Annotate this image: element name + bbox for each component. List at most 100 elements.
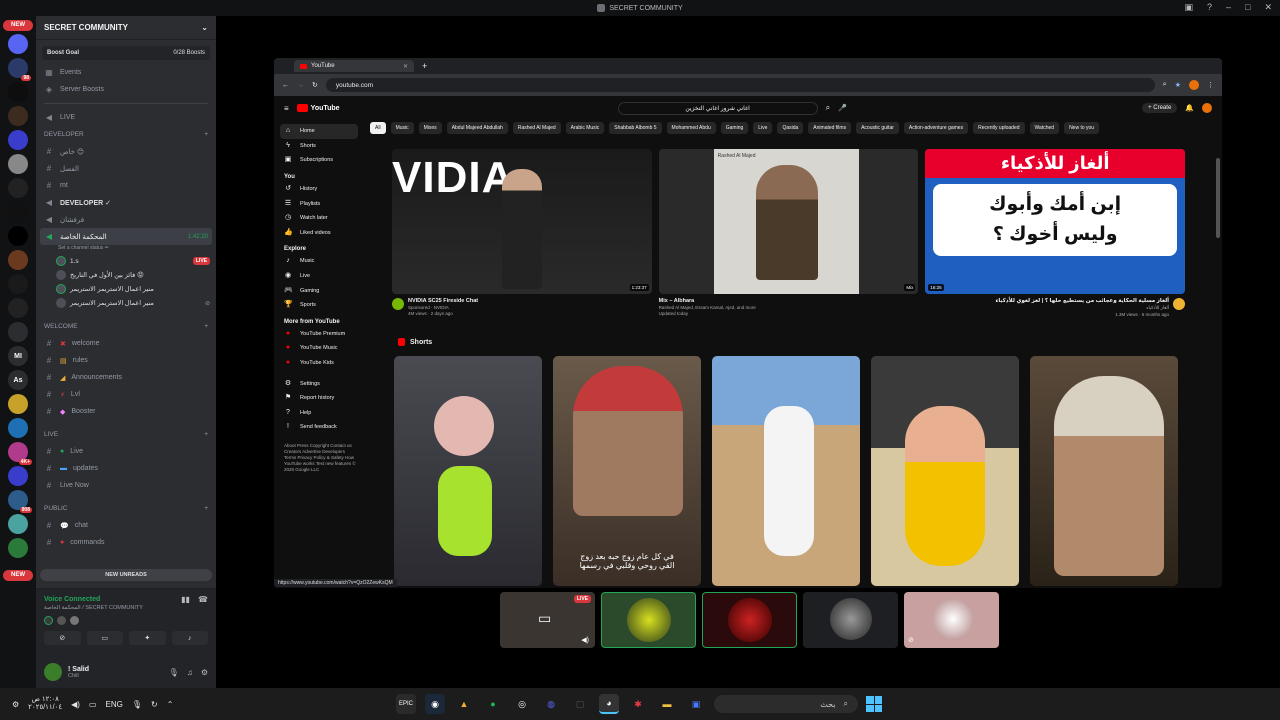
filter-chip[interactable]: Rashed Al Majed bbox=[512, 122, 561, 134]
server-icon[interactable] bbox=[8, 34, 28, 54]
server-icon[interactable] bbox=[8, 226, 28, 246]
server-header[interactable]: SECRET COMMUNITY ⌄ bbox=[36, 16, 216, 40]
activities-button[interactable]: ✦ bbox=[129, 631, 166, 645]
app-icon[interactable]: ▣ bbox=[686, 694, 706, 714]
filter-chip[interactable]: Mohammed Abdu bbox=[666, 122, 716, 134]
short-card[interactable] bbox=[1030, 356, 1178, 586]
channel-item[interactable]: # الفصل bbox=[36, 160, 216, 177]
stream-tile[interactable]: LIVE ▭ ◀) bbox=[500, 592, 595, 648]
add-channel-icon[interactable]: + bbox=[204, 323, 208, 330]
boost-goal-bar[interactable]: Boost Goal 0/28 Boosts bbox=[42, 46, 210, 60]
new-unreads-button[interactable]: NEW UNREADS bbox=[40, 569, 212, 581]
channel-item[interactable]: # ▤ rules bbox=[36, 352, 216, 369]
gear-icon[interactable]: ⚙ bbox=[201, 668, 208, 677]
voice-channel-active[interactable]: ◀ المحكمة الخاصة 1:42:20 bbox=[40, 228, 212, 245]
network-icon[interactable]: ▭ bbox=[89, 700, 97, 709]
server-icon[interactable] bbox=[8, 538, 28, 558]
new-tab-icon[interactable]: + bbox=[422, 61, 427, 71]
stream-tile[interactable] bbox=[803, 592, 898, 648]
channel-item[interactable]: # ⚡ Lvl bbox=[36, 386, 216, 403]
channel-item[interactable]: # mt bbox=[36, 177, 216, 194]
sync-icon[interactable]: ↻ bbox=[151, 700, 158, 709]
epic-games-icon[interactable]: EPIC bbox=[396, 694, 416, 714]
server-icon[interactable]: MI bbox=[8, 346, 28, 366]
voice-user[interactable]: منير اعمال الاستريمر الاستريمر bbox=[36, 282, 216, 296]
side-live[interactable]: ◉ Live bbox=[280, 269, 358, 284]
filter-chip[interactable]: Arabic Music bbox=[565, 122, 605, 134]
side-yt-kids[interactable]: ● YouTube Kids bbox=[280, 356, 358, 371]
headphones-icon[interactable]: ♫ bbox=[187, 668, 193, 677]
filter-chip[interactable]: Acoustic guitar bbox=[856, 122, 899, 134]
filter-chip[interactable]: New to you bbox=[1064, 122, 1100, 134]
side-subscriptions[interactable]: ▣ Subscriptions bbox=[280, 153, 358, 168]
server-icon[interactable] bbox=[8, 298, 28, 318]
volume-icon[interactable]: ◀) bbox=[581, 636, 589, 644]
filter-chip[interactable]: Recently uploaded bbox=[973, 122, 1025, 134]
app-icon[interactable]: ◎ bbox=[512, 694, 532, 714]
server-icon[interactable] bbox=[8, 466, 28, 486]
side-shorts[interactable]: ϟ Shorts bbox=[280, 139, 358, 154]
help-icon[interactable]: ? bbox=[1207, 2, 1212, 13]
reload-icon[interactable]: ↻ bbox=[312, 81, 318, 89]
server-icon[interactable] bbox=[8, 130, 28, 150]
side-history[interactable]: ↺ History bbox=[280, 182, 358, 197]
chevron-up-icon[interactable]: ⌃ bbox=[167, 700, 174, 709]
inbox-icon[interactable]: ▣ bbox=[1184, 2, 1193, 13]
voice-channel-item[interactable]: ◀ فرفشان bbox=[36, 211, 216, 228]
side-settings[interactable]: ⚙ Settings bbox=[280, 376, 358, 391]
video-channel[interactable]: Sponsored · NVIDIA bbox=[408, 305, 478, 310]
file-explorer-icon[interactable]: ▬ bbox=[657, 694, 677, 714]
server-icon[interactable] bbox=[8, 322, 28, 342]
filter-chip[interactable]: Shabbab Albomb 5 bbox=[609, 122, 662, 134]
side-premium[interactable]: ● YouTube Premium bbox=[280, 327, 358, 342]
address-bar[interactable]: youtube.com bbox=[325, 78, 1155, 92]
channel-item[interactable]: # ▬ updates bbox=[36, 460, 216, 477]
server-icon[interactable]: 908 bbox=[8, 490, 32, 513]
scrollbar[interactable] bbox=[1216, 158, 1220, 238]
account-avatar[interactable] bbox=[1202, 103, 1212, 113]
set-channel-status[interactable]: Set a channel status ✏ bbox=[36, 245, 216, 254]
add-channel-icon[interactable]: + bbox=[204, 505, 208, 512]
channel-item[interactable]: # ◆ Booster bbox=[36, 403, 216, 420]
server-boosts-item[interactable]: ◈ Server Boosts bbox=[36, 81, 216, 98]
side-sports[interactable]: 🏆 Sports bbox=[280, 298, 358, 313]
video-title[interactable]: ألغاز مسلية الحكاية وعجائب من يستطيع حله… bbox=[996, 298, 1169, 304]
server-icon[interactable]: 4K+ bbox=[8, 442, 32, 465]
hamburger-icon[interactable]: ≡ bbox=[284, 104, 289, 113]
short-card[interactable] bbox=[712, 356, 860, 586]
voice-search-icon[interactable]: 🎤 bbox=[838, 104, 847, 112]
user-avatar[interactable] bbox=[44, 663, 62, 681]
category-live[interactable]: LIVE + bbox=[36, 426, 216, 443]
filter-chip[interactable]: Live bbox=[753, 122, 773, 134]
menu-dots-icon[interactable]: ⋮ bbox=[1207, 81, 1214, 89]
back-icon[interactable]: ← bbox=[282, 82, 289, 89]
video-card[interactable]: Rashed Al Majed Mix Mix – Albhara Rashed … bbox=[658, 149, 919, 316]
channel-avatar[interactable] bbox=[392, 298, 404, 310]
server-icon[interactable] bbox=[8, 202, 28, 222]
search-icon[interactable]: ⌕ bbox=[1163, 81, 1167, 89]
channel-live-stage[interactable]: ◀ LIVE bbox=[36, 109, 216, 126]
server-icon[interactable] bbox=[8, 154, 28, 174]
star-icon[interactable]: ★ bbox=[1175, 81, 1181, 89]
signal-icon[interactable]: ▮▮ bbox=[181, 595, 190, 604]
bell-icon[interactable]: 🔔 bbox=[1185, 104, 1194, 112]
add-channel-icon[interactable]: + bbox=[204, 431, 208, 438]
channel-item[interactable]: # خاص 😊 bbox=[36, 143, 216, 160]
channel-item[interactable]: # 💬 chat bbox=[36, 517, 216, 534]
server-icon[interactable] bbox=[8, 250, 28, 270]
minimize-button[interactable]: – bbox=[1226, 2, 1231, 13]
app-icon[interactable]: ▲ bbox=[454, 694, 474, 714]
video-channel[interactable]: Rashed Al Majed, Essam Kamal, Ajed, and … bbox=[659, 305, 756, 310]
server-icon[interactable] bbox=[8, 514, 28, 534]
video-card[interactable]: ألغاز للأذكياء إبن أمك وأبوك وليس أخوك ؟… bbox=[925, 149, 1186, 317]
video-channel[interactable]: ألغاز للأذكياء bbox=[996, 305, 1169, 311]
filter-chip[interactable]: Mixes bbox=[418, 122, 442, 134]
channel-item[interactable]: # ● commands bbox=[36, 534, 216, 551]
disconnect-icon[interactable]: ☎ bbox=[198, 595, 208, 604]
category-developer[interactable]: DEVELOPER + bbox=[36, 126, 216, 143]
youtube-search-input[interactable]: اغاني شرور اغاني التخزين bbox=[617, 101, 818, 115]
language-indicator[interactable]: ENG bbox=[106, 700, 123, 709]
volume-icon[interactable]: ◀) bbox=[71, 700, 80, 709]
side-watch-later[interactable]: ◷ Watch later bbox=[280, 211, 358, 226]
side-help[interactable]: ? Help bbox=[280, 406, 358, 421]
